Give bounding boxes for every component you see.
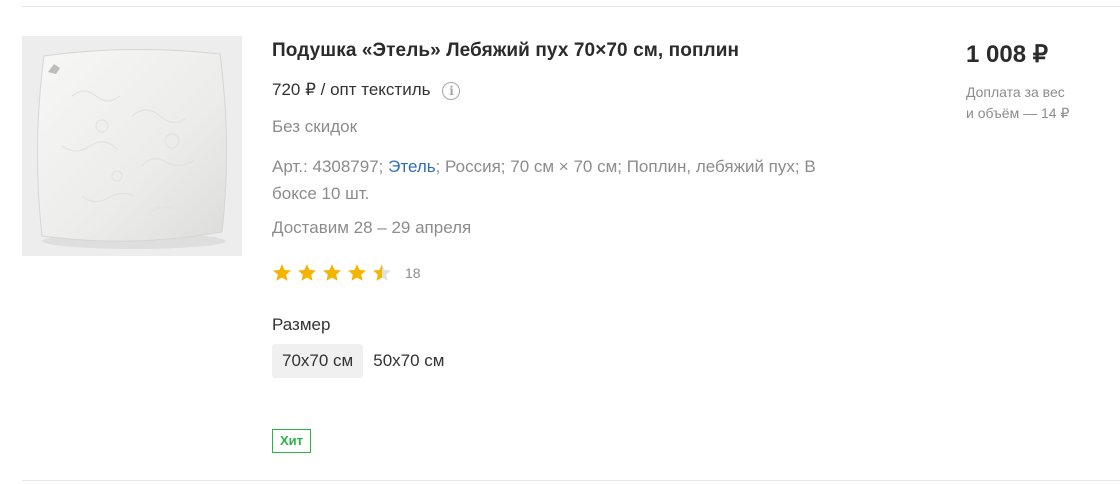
- review-count[interactable]: 18: [405, 265, 421, 281]
- info-icon[interactable]: i: [442, 82, 461, 100]
- size-option[interactable]: 70x70 см: [272, 344, 364, 378]
- delivery-info: Доставим 28 – 29 апреля: [272, 218, 472, 237]
- product-card: Подушка «Этель» Лебяжий пух 70×70 см, по…: [0, 0, 1120, 484]
- divider-top: [22, 6, 1120, 7]
- product-price: 1 008 ₽: [966, 41, 1048, 68]
- discount-note: Без скидок: [272, 117, 357, 136]
- star-icon: [323, 264, 341, 281]
- star-icon: [273, 264, 291, 281]
- brand-link[interactable]: Этель: [388, 157, 435, 176]
- wholesale-price: 720 ₽ / опт текстиль i: [272, 80, 461, 100]
- product-image[interactable]: [22, 36, 242, 256]
- wholesale-price-text: 720 ₽ / опт текстиль: [272, 80, 431, 99]
- star-icon: [373, 264, 391, 281]
- size-options: 70x70 см 50x70 см: [272, 344, 454, 378]
- product-title[interactable]: Подушка «Этель» Лебяжий пух 70×70 см, по…: [272, 40, 739, 62]
- star-icon: [348, 264, 366, 281]
- product-specs: Арт.: 4308797; Этель; Россия; 70 см × 70…: [272, 153, 852, 207]
- size-option[interactable]: 50x70 см: [363, 344, 454, 378]
- divider-bottom: [22, 480, 1120, 481]
- rating[interactable]: 18: [272, 263, 421, 283]
- hit-badge: Хит: [272, 429, 312, 453]
- size-label: Размер: [272, 315, 331, 334]
- article-text: Арт.: 4308797;: [272, 157, 389, 176]
- star-icon: [298, 264, 316, 281]
- pillow-illustration: [22, 36, 242, 256]
- surcharge-note: Доплата за вес и объём — 14 ₽: [966, 82, 1106, 124]
- surcharge-line-1: Доплата за вес: [966, 84, 1065, 100]
- surcharge-line-2: и объём — 14 ₽: [966, 105, 1070, 121]
- rating-stars: [272, 263, 397, 283]
